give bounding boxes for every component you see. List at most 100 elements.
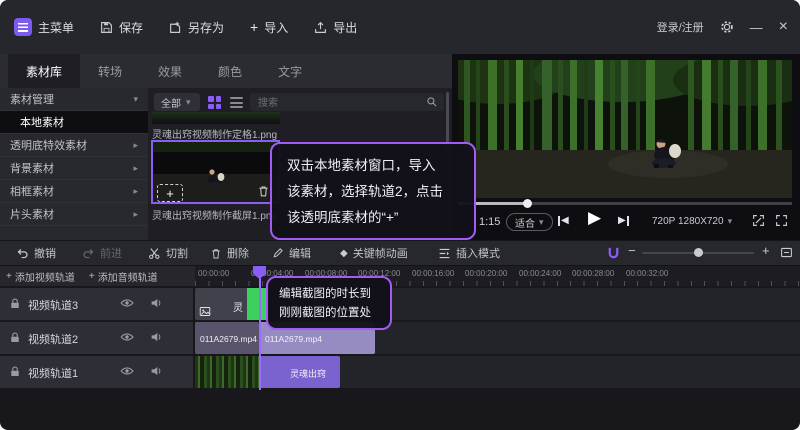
ruler-tick: 00:00:16:00 <box>412 269 454 278</box>
fit-dropdown[interactable]: 适合 ▾ <box>506 213 553 231</box>
undo-label: 撤销 <box>34 245 56 261</box>
chevron-down-icon: ▾ <box>133 94 138 105</box>
speaker-icon[interactable] <box>150 331 163 343</box>
tab-effects[interactable]: 效果 <box>140 54 200 88</box>
add-audio-track-button[interactable]: + 添加音频轨道 <box>89 269 158 284</box>
export-button[interactable]: 导出 <box>314 19 357 36</box>
import-button[interactable]: + 导入 <box>250 19 288 36</box>
redo-button[interactable]: 前进 <box>82 245 122 261</box>
next-frame-button[interactable]: ▶ <box>618 215 629 226</box>
minimize-button[interactable]: — <box>750 20 763 35</box>
speaker-icon[interactable] <box>150 297 163 309</box>
detach-preview-icon[interactable] <box>752 214 765 227</box>
sidebar-item-material-management[interactable]: 素材管理 ▾ <box>0 88 148 111</box>
clip-label: 灵魂出窍 <box>290 367 326 380</box>
list-view-icon[interactable] <box>230 97 243 108</box>
media-item-thumbnail-selected[interactable]: + <box>151 140 280 204</box>
chevron-right-icon: ▸ <box>133 186 138 197</box>
media-item-name: 灵魂出窍视频制作定格1.png <box>152 126 292 141</box>
insert-mode-button[interactable]: 插入模式 <box>438 245 500 261</box>
scrub-handle[interactable] <box>523 199 532 208</box>
keyframe-button[interactable]: ◆ 关键帧动画 <box>340 245 408 261</box>
clip-video-track1-left[interactable] <box>195 356 260 388</box>
zoom-in-icon[interactable]: + <box>762 243 770 258</box>
plus-icon: + <box>166 186 174 201</box>
ruler-tick: 00:00:24:00 <box>519 269 561 278</box>
frame-bar <box>558 216 560 226</box>
fit-timeline-icon[interactable] <box>780 246 793 259</box>
next-icon: ▶ <box>618 215 626 226</box>
prev-icon: ◀ <box>561 215 569 226</box>
sidebar-item-backgrounds[interactable]: 背景素材 ▸ <box>0 157 148 180</box>
zoom-out-icon[interactable]: − <box>628 243 636 258</box>
clip-video-track2-left[interactable]: 011A2679.mp4 <box>195 322 259 354</box>
delete-button[interactable]: 删除 <box>210 245 249 261</box>
sidebar-label: 素材管理 <box>10 91 54 107</box>
previous-frame-button[interactable]: ◀ <box>558 215 569 226</box>
video-preview[interactable] <box>458 60 792 198</box>
track-header-video3[interactable]: 视频轨道3 <box>0 288 193 320</box>
eye-icon[interactable] <box>120 331 134 343</box>
clip-video-track1-right-selected[interactable]: 灵魂出窍 <box>260 356 340 388</box>
lock-icon[interactable] <box>9 297 21 310</box>
fullscreen-icon[interactable] <box>775 214 788 227</box>
undo-button[interactable]: 撤销 <box>16 245 56 261</box>
ruler-tick: 00:00:28:00 <box>572 269 614 278</box>
add-to-track-button[interactable]: + <box>157 184 183 202</box>
video-editor-window: 主菜单 保存 另存为 + 导入 导出 登录/注册 — × 素材库 转场 效果 颜… <box>0 0 800 430</box>
cut-button[interactable]: 切割 <box>148 245 188 261</box>
play-button[interactable]: ▶ <box>588 208 601 228</box>
save-as-button[interactable]: 另存为 <box>169 19 224 36</box>
save-button[interactable]: 保存 <box>100 19 143 36</box>
sidebar-item-transparent-effects[interactable]: 透明底特效素材 ▸ <box>0 134 148 157</box>
lock-icon[interactable] <box>9 331 21 344</box>
tab-text[interactable]: 文字 <box>260 54 320 88</box>
track-header-video2[interactable]: 视频轨道2 <box>0 322 193 354</box>
settings-gear-icon[interactable] <box>720 20 734 34</box>
insert-mode-label: 插入模式 <box>456 245 500 261</box>
callout-line: 刚刚截图的位置处 <box>279 304 379 323</box>
sidebar-item-frames[interactable]: 相框素材 ▸ <box>0 180 148 203</box>
sidebar-label: 片头素材 <box>10 206 54 222</box>
track-header-video1[interactable]: 视频轨道1 <box>0 356 193 388</box>
keyframe-label: 关键帧动画 <box>353 245 408 261</box>
sidebar-item-local-material[interactable]: 本地素材 <box>0 111 148 134</box>
tab-material-library[interactable]: 素材库 <box>8 54 80 88</box>
eye-icon[interactable] <box>120 297 134 309</box>
clip-screenshot-track3[interactable]: 灵 <box>195 288 268 320</box>
callout-line: 编辑截图的时长到 <box>279 285 379 304</box>
main-menu-button[interactable]: 主菜单 <box>14 18 74 36</box>
snap-magnet-icon[interactable] <box>606 246 621 260</box>
grid-view-icon[interactable] <box>208 96 221 109</box>
insert-mode-icon <box>438 247 451 260</box>
sidebar-label: 背景素材 <box>10 160 54 176</box>
frame-bar <box>627 216 629 226</box>
resolution-dropdown[interactable]: 720P 1280X720 ▾ <box>652 216 732 227</box>
playhead-line[interactable] <box>259 266 261 390</box>
add-audio-track-label: 添加音频轨道 <box>98 269 158 284</box>
zoom-slider-handle[interactable] <box>694 248 703 257</box>
trash-icon[interactable] <box>257 184 270 198</box>
tab-colors[interactable]: 颜色 <box>200 54 260 88</box>
save-label: 保存 <box>119 19 143 36</box>
tab-transitions[interactable]: 转场 <box>80 54 140 88</box>
close-button[interactable]: × <box>779 18 788 36</box>
ruler-tick: 00:00:20:00 <box>465 269 507 278</box>
search-input[interactable] <box>250 95 444 113</box>
speaker-icon[interactable] <box>150 365 163 377</box>
add-video-track-button[interactable]: + 添加视频轨道 <box>6 269 75 284</box>
login-register-link[interactable]: 登录/注册 <box>657 19 704 35</box>
media-item-thumbnail[interactable] <box>152 112 280 124</box>
lock-icon[interactable] <box>9 365 21 378</box>
clip-green-segment <box>247 288 268 320</box>
edit-button[interactable]: 编辑 <box>272 245 311 261</box>
eye-icon[interactable] <box>120 365 134 377</box>
main-menu-label: 主菜单 <box>38 19 74 36</box>
chevron-down-icon: ▾ <box>728 216 733 227</box>
export-icon <box>314 21 327 34</box>
ruler-tick: 00:00:32:00 <box>626 269 668 278</box>
filter-label: 全部 <box>161 95 181 110</box>
sidebar-item-intros[interactable]: 片头素材 ▸ <box>0 203 148 226</box>
clip-label: 011A2679.mp4 <box>200 334 257 344</box>
filter-dropdown[interactable]: 全部 ▾ <box>154 93 200 111</box>
